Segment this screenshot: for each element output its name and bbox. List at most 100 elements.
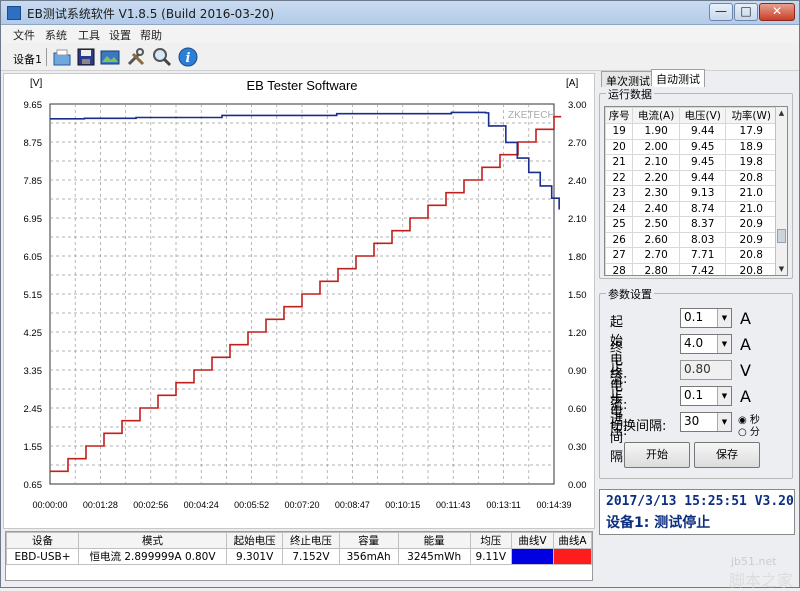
run-data-cell: 20 xyxy=(605,138,634,155)
run-data-row[interactable]: 21 2.10 9.45 19.8 xyxy=(605,154,777,171)
run-data-cell: 20.8 xyxy=(725,247,777,264)
window-title: EB测试系统软件 V1.8.5 (Build 2016-03-20) xyxy=(27,7,275,21)
run-data-row[interactable]: 22 2.20 9.44 20.8 xyxy=(605,169,777,186)
y-right-tick-label: 0.60 xyxy=(568,404,587,415)
switch-select[interactable]: 30 ▼ xyxy=(680,412,732,432)
cell-avg-voltage: 9.11V xyxy=(469,548,513,565)
radio-minutes-label: 分 xyxy=(749,427,760,438)
tools-icon[interactable] xyxy=(125,46,147,68)
maximize-button[interactable]: □ xyxy=(734,3,758,21)
screenshot-icon[interactable] xyxy=(99,46,121,68)
chevron-down-icon[interactable]: ▼ xyxy=(717,387,731,405)
curve-v-swatch[interactable] xyxy=(511,548,554,565)
run-data-cell: 2.40 xyxy=(632,200,680,217)
run-data-row[interactable]: 20 2.00 9.45 18.9 xyxy=(605,138,777,155)
run-data-row[interactable]: 26 2.60 8.03 20.9 xyxy=(605,231,777,248)
y-left-tick-label: 3.35 xyxy=(24,366,43,377)
run-data-row[interactable]: 23 2.30 9.13 21.0 xyxy=(605,185,777,202)
curve-a-swatch[interactable] xyxy=(553,548,592,565)
end-voltage-input[interactable]: 0.80 xyxy=(680,360,732,380)
tab-bar: 单次测试 自动测试 xyxy=(597,69,797,88)
x-tick-label: 00:05:52 xyxy=(234,500,269,510)
start-current-value: 0.1 xyxy=(684,310,704,324)
run-data-row[interactable]: 27 2.70 7.71 20.8 xyxy=(605,247,777,264)
run-data-cell: 2.50 xyxy=(632,216,680,233)
run-data-group: 运行数据 序号 电流(A) 电压(V) 功率(W) 19 1.90 9.44 17.9… xyxy=(599,86,793,279)
y-right-tick-label: 3.00 xyxy=(568,100,587,111)
tab-single-test[interactable]: 单次测试 xyxy=(601,71,655,88)
close-button[interactable]: ✕ xyxy=(759,3,795,21)
step-select[interactable]: 0.1 ▼ xyxy=(680,386,732,406)
run-data-cell: 24 xyxy=(605,200,634,217)
chevron-down-icon[interactable]: ▼ xyxy=(717,335,731,353)
run-data-cell: 1.90 xyxy=(632,123,680,140)
end-current-unit: A xyxy=(740,335,751,354)
save-button[interactable]: 保存 xyxy=(694,442,760,468)
header-curve-v: 曲线V xyxy=(511,532,554,549)
run-data-cell: 2.00 xyxy=(632,138,680,155)
y-right-tick-label: 2.70 xyxy=(568,138,587,149)
run-data-row[interactable]: 25 2.50 8.37 20.9 xyxy=(605,216,777,233)
scroll-up-icon[interactable]: ▲ xyxy=(776,107,787,119)
scroll-thumb[interactable] xyxy=(777,229,786,243)
app-icon xyxy=(7,6,21,20)
run-data-row[interactable]: 28 2.80 7.42 20.8 xyxy=(605,262,777,275)
run-data-table[interactable]: 序号 电流(A) 电压(V) 功率(W) 19 1.90 9.44 17.9 20 2.0… xyxy=(604,106,788,276)
chevron-down-icon[interactable]: ▼ xyxy=(717,309,731,327)
x-tick-label: 00:10:15 xyxy=(385,500,420,510)
run-data-row[interactable]: 24 2.40 8.74 21.0 xyxy=(605,200,777,217)
run-data-cell: 28 xyxy=(605,262,634,275)
right-panel: 单次测试 自动测试 运行数据 序号 电流(A) 电压(V) 功率(W) 19 1.… xyxy=(597,69,797,590)
watermark-brand: 脚本之家 xyxy=(729,571,794,590)
folder-icon[interactable] xyxy=(51,46,73,68)
x-tick-label: 00:14:39 xyxy=(536,500,571,510)
run-data-cell: 21.0 xyxy=(725,200,777,217)
scroll-down-icon[interactable]: ▼ xyxy=(776,263,787,275)
run-data-cell: 2.10 xyxy=(632,154,680,171)
run-data-cell: 7.71 xyxy=(678,247,727,264)
run-data-cell: 2.70 xyxy=(632,247,680,264)
menu-tools[interactable]: 工具 xyxy=(78,27,100,43)
run-data-title: 运行数据 xyxy=(606,86,654,102)
end-current-select[interactable]: 4.0 ▼ xyxy=(680,334,732,354)
x-tick-label: 00:13:11 xyxy=(486,500,520,510)
start-button[interactable]: 开始 xyxy=(624,442,690,468)
search-icon[interactable] xyxy=(151,46,173,68)
cell-end-voltage: 7.152V xyxy=(282,548,340,565)
run-data-scrollbar[interactable]: ▲ ▼ xyxy=(775,107,787,275)
menu-settings[interactable]: 设置 xyxy=(109,27,131,43)
toolbar-separator xyxy=(46,48,47,66)
menu-file[interactable]: 文件 xyxy=(13,27,35,43)
run-data-cell: 2.30 xyxy=(632,185,680,202)
x-tick-label: 00:00:00 xyxy=(32,500,67,510)
y-left-tick-label: 5.15 xyxy=(24,290,43,301)
run-data-cell: 20.9 xyxy=(725,231,777,248)
run-data-cell: 19.8 xyxy=(725,154,777,171)
cell-device: EBD-USB+ xyxy=(6,548,79,565)
run-data-cell: 27 xyxy=(605,247,634,264)
chevron-down-icon[interactable]: ▼ xyxy=(717,413,731,431)
run-data-cell: 22 xyxy=(605,169,634,186)
save-icon[interactable] xyxy=(75,46,97,68)
menu-system[interactable]: 系统 xyxy=(45,27,67,43)
y-right-tick-label: 0.30 xyxy=(568,442,587,453)
summary-panel: 设备 模式 起始电压 终止电压 容量 能量 均压 曲线V 曲线A EBD-USB… xyxy=(5,531,593,581)
menu-help[interactable]: 帮助 xyxy=(140,27,162,43)
cell-energy: 3245mWh xyxy=(397,548,471,565)
y-right-tick-label: 1.20 xyxy=(568,328,587,339)
col-power: 功率(W) xyxy=(725,107,777,124)
device-selector[interactable]: 设备1 xyxy=(13,51,42,67)
start-current-select[interactable]: 0.1 ▼ xyxy=(680,308,732,328)
x-tick-label: 00:07:20 xyxy=(284,500,319,510)
minimize-button[interactable]: — xyxy=(709,3,733,21)
header-device: 设备 xyxy=(6,532,79,549)
title-bar: EB测试系统软件 V1.8.5 (Build 2016-03-20) — □ ✕ xyxy=(1,1,799,25)
info-icon[interactable]: i xyxy=(177,46,199,68)
y-left-tick-label: 4.25 xyxy=(24,328,43,339)
chart-watermark: ZKETECH xyxy=(508,110,555,121)
run-data-cell: 8.37 xyxy=(678,216,727,233)
tab-auto-test[interactable]: 自动测试 xyxy=(651,69,705,87)
x-tick-label: 00:04:24 xyxy=(184,500,219,510)
radio-minutes[interactable]: ○ 分 xyxy=(738,423,760,438)
run-data-row[interactable]: 19 1.90 9.44 17.9 xyxy=(605,123,777,140)
